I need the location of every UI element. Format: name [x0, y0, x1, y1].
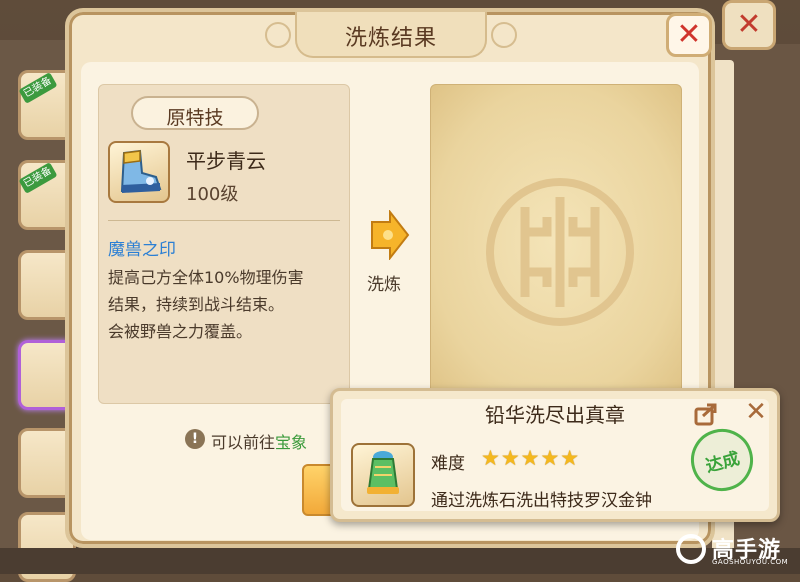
achievement-popup: 铅华洗尽出真章 ✕ 难度 ★★★★★ 通过洗炼石洗出特技罗汉金钟 达成 [330, 388, 780, 522]
background-close-button[interactable]: ✕ [722, 0, 776, 50]
arrow-right-icon [366, 209, 410, 261]
bell-item-icon [351, 443, 415, 507]
boots-icon[interactable] [108, 141, 170, 203]
title-plate: 洗炼结果 [295, 12, 487, 58]
decor-curl-icon [491, 22, 517, 48]
original-skill-tab-label: 原特技 [166, 107, 224, 129]
close-icon: ✕ [736, 7, 762, 42]
result-panel [430, 84, 682, 398]
watermark-logo-icon [676, 534, 706, 564]
skill-description-line: 提高己方全体10%物理伤害 [108, 268, 304, 287]
item-level: 100级 [186, 184, 239, 205]
watermark: 高手游 GAOSHOUYOU.COM [676, 530, 796, 570]
stamp-text: 达成 [703, 448, 742, 477]
item-name: 平步青云 [186, 149, 266, 173]
watermark-sub: GAOSHOUYOU.COM [712, 558, 789, 566]
skill-name: 魔兽之印 [108, 240, 176, 260]
difficulty-label: 难度 [431, 454, 465, 474]
skill-description-line: 结果，持续到战斗结束。 [108, 295, 285, 314]
difficulty-stars: ★★★★★ [481, 446, 581, 470]
hint-link[interactable]: 宝象 [275, 433, 307, 452]
skill-description: 提高己方全体10%物理伤害 结果，持续到战斗结束。 会被野兽之力覆盖。 [108, 264, 346, 345]
decor-curl-icon [265, 22, 291, 48]
skill-description-line: 会被野兽之力覆盖。 [108, 322, 253, 341]
hint-prefix: 可以前往 [211, 433, 276, 452]
close-icon[interactable]: ✕ [741, 397, 771, 427]
info-icon: ! [185, 429, 205, 449]
divider [108, 220, 340, 221]
dialog-title: 洗炼结果 [344, 26, 437, 51]
share-icon[interactable] [693, 401, 719, 427]
close-button[interactable]: ✕ [666, 13, 712, 57]
original-skill-tab: 原特技 [131, 96, 259, 130]
close-icon: ✕ [676, 17, 702, 52]
emblem-icon [485, 177, 635, 327]
refine-label: 洗炼 [367, 275, 401, 295]
hint-text: 可以前往宝象 [211, 429, 307, 453]
achievement-description: 通过洗炼石洗出特技罗汉金钟 [431, 491, 652, 511]
